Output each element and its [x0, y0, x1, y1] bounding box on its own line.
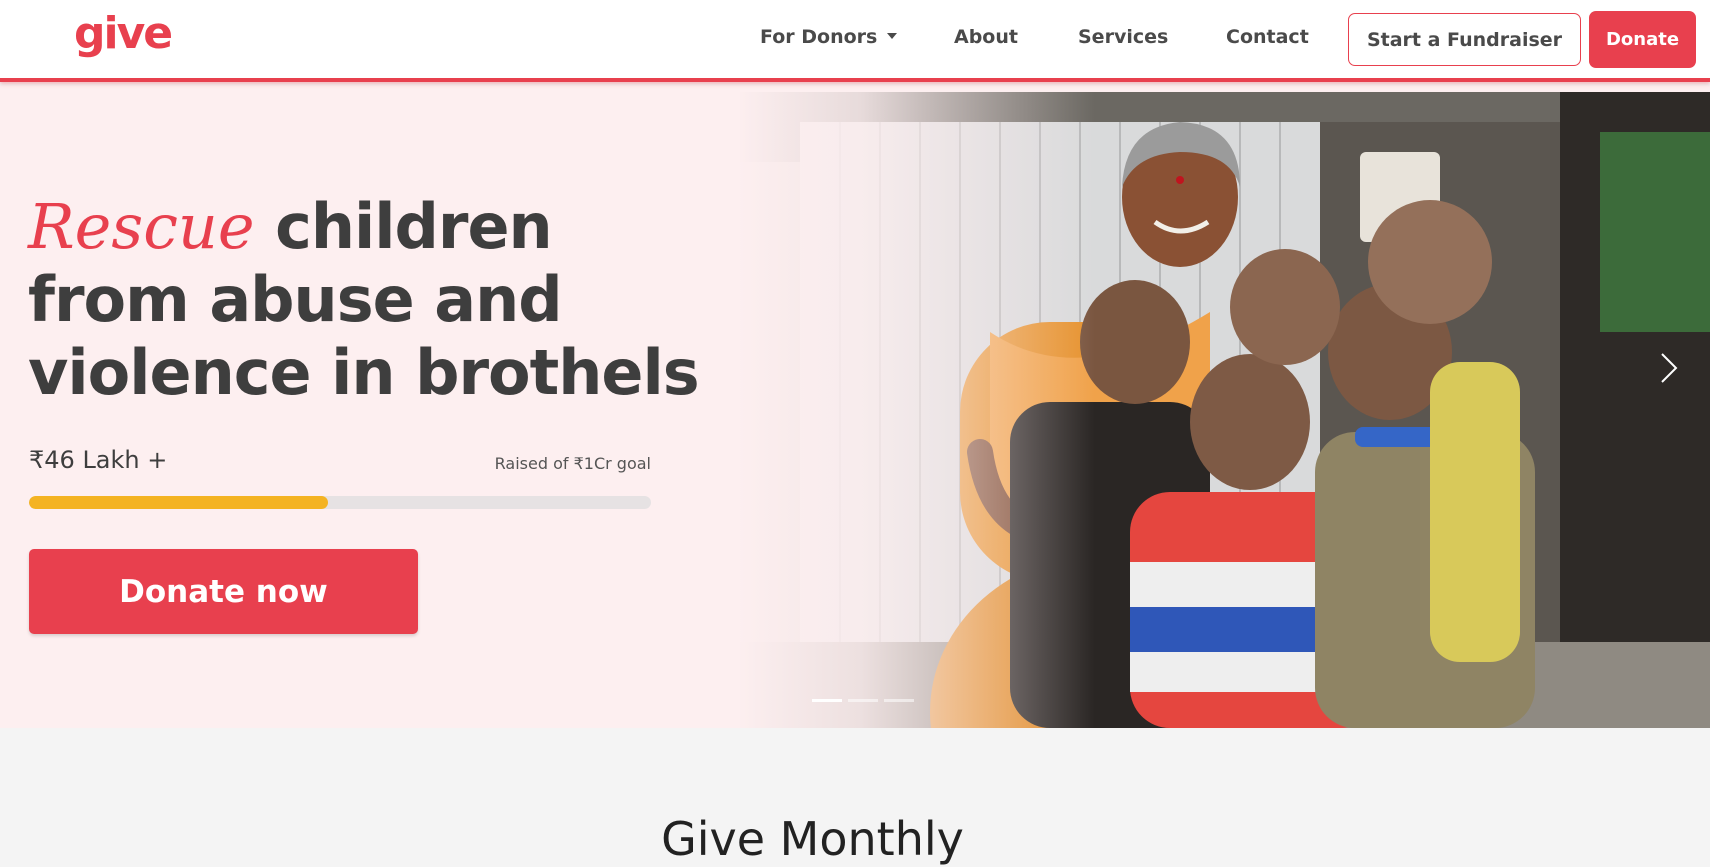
give-logo[interactable]: give: [74, 8, 173, 59]
nav-services-link[interactable]: Services: [1078, 26, 1168, 48]
donate-button[interactable]: Donate: [1589, 11, 1696, 68]
carousel-dot[interactable]: [848, 699, 878, 702]
hero-headline: Rescue children from abuse and violence …: [28, 190, 728, 409]
carousel-dot[interactable]: [812, 699, 842, 702]
raised-goal: Raised of ₹1Cr goal: [494, 454, 651, 473]
nav-contact-link[interactable]: Contact: [1226, 26, 1309, 48]
raised-amount: ₹46 Lakh +: [29, 446, 168, 474]
nav-about-link[interactable]: About: [954, 26, 1018, 48]
carousel-indicators: [812, 699, 914, 702]
nav-for-donors-label: For Donors: [760, 26, 878, 48]
caret-down-icon: [887, 32, 898, 39]
nav-for-donors-dropdown[interactable]: For Donors: [760, 26, 898, 48]
carousel-next-icon[interactable]: [1658, 350, 1680, 386]
carousel-dot[interactable]: [884, 699, 914, 702]
donate-now-button[interactable]: Donate now: [29, 549, 418, 634]
fundraising-progress-fill: [29, 496, 328, 509]
headline-accent: Rescue: [28, 190, 255, 263]
hero-banner: Rescue children from abuse and violence …: [0, 86, 1710, 728]
top-navbar: give For Donors About Services Contact S…: [0, 0, 1710, 82]
hero-photo-fade: [735, 86, 1095, 728]
fundraising-progress-bar: [29, 496, 651, 509]
start-fundraiser-button[interactable]: Start a Fundraiser: [1348, 13, 1581, 66]
give-monthly-heading: Give Monthly: [661, 812, 964, 866]
